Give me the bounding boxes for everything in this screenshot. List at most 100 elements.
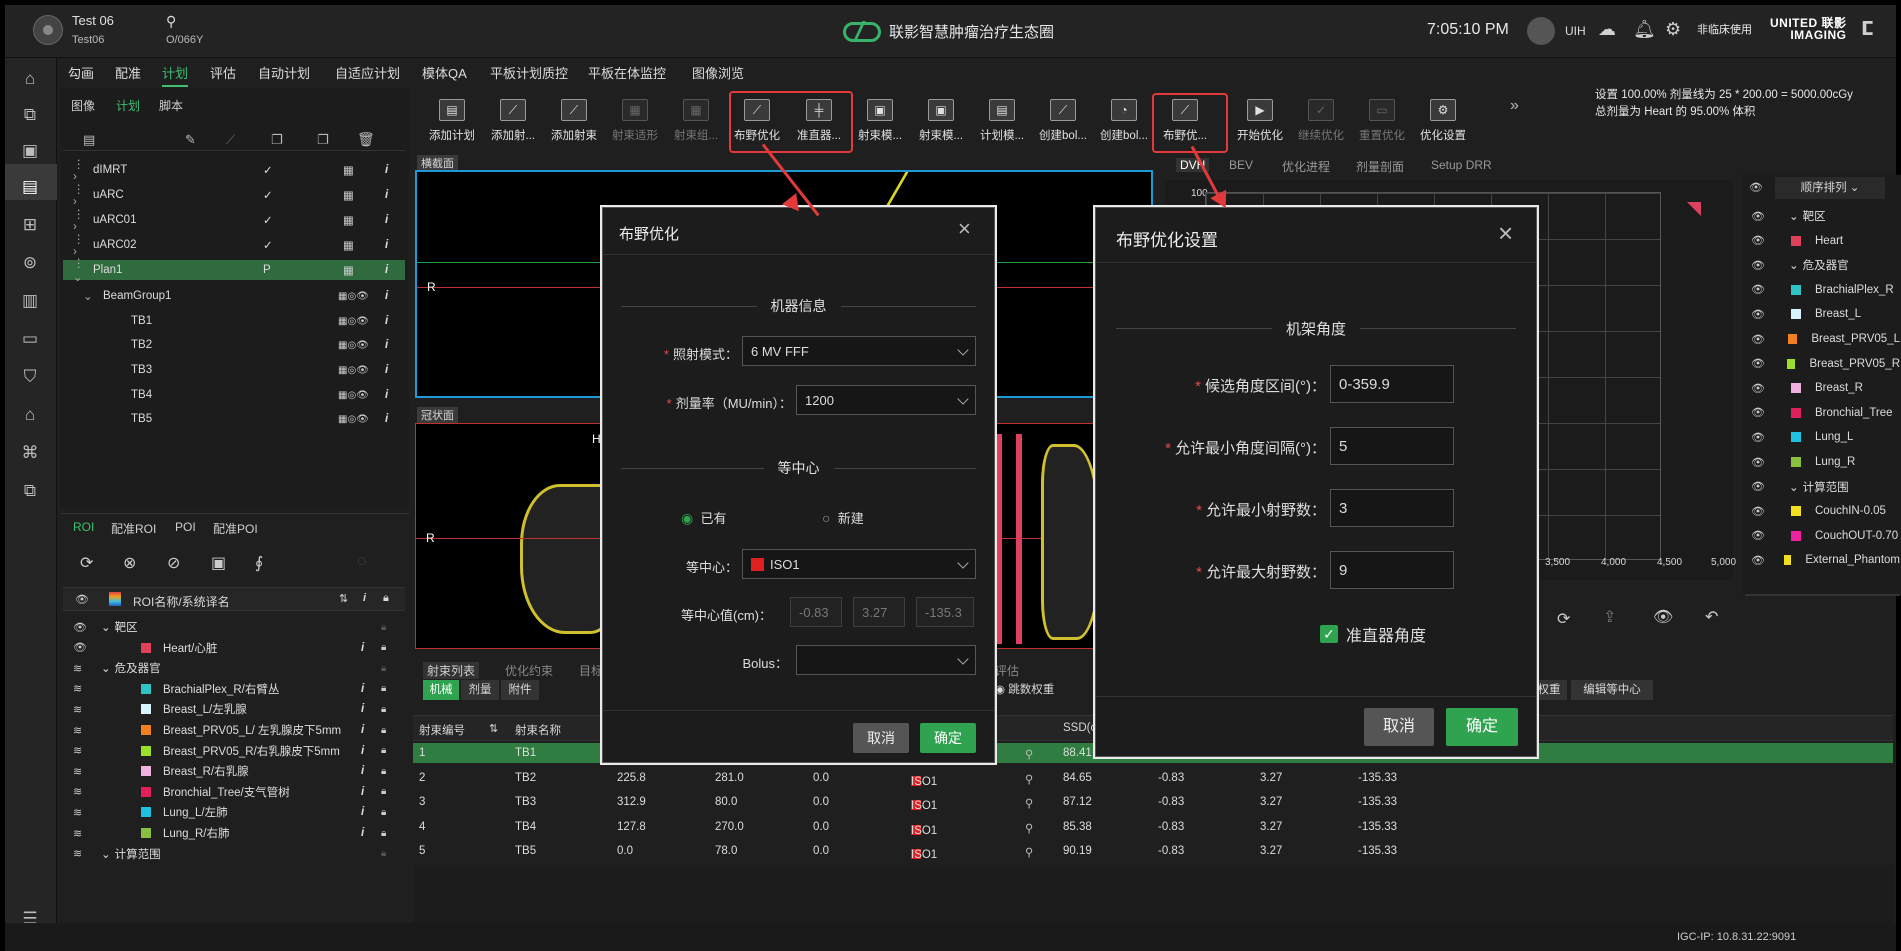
tab-poi[interactable]: POI (175, 520, 196, 534)
roi-row[interactable]: ≋ Bronchial_Tree/支气管树 i 🔒︎ (63, 782, 405, 802)
windows-icon[interactable]: ⧉ (19, 480, 41, 502)
toolbar-button[interactable]: ⚙ 优化设置 (1415, 97, 1471, 145)
eye-icon[interactable]: 👁︎ (1751, 554, 1770, 567)
menu-item[interactable]: 图像浏览 (692, 63, 744, 82)
pin-icon[interactable]: ⚲ (1025, 772, 1033, 786)
lock-icon[interactable]: 🔒︎ (381, 745, 386, 756)
roi-group-row[interactable]: ≋ ⌄ 计算范围 🔒︎ (63, 844, 405, 864)
expand-icon[interactable]: ⌄ (83, 289, 99, 303)
stats-icon[interactable]: ▥ (19, 290, 41, 312)
right-roi-row[interactable]: 👁︎ Breast_PRV05_R (1745, 354, 1900, 374)
eye-icon[interactable]: ≋ (73, 662, 101, 675)
report-icon[interactable]: ▭ (19, 328, 41, 350)
lock-icon[interactable]: 🔒︎ (381, 766, 386, 777)
right-tab[interactable]: BEV (1229, 158, 1253, 172)
plan-tree-row[interactable]: ⋮ › uARC02 ✓ ▦ i (63, 232, 405, 258)
table-row[interactable]: 4 TB4 127.8 270.0 0.0 ISO1 85.38 -0.83 3.27 -135.… (413, 817, 1893, 837)
chevron-down-icon[interactable]: ⌄ (101, 661, 111, 675)
calculator-icon[interactable]: ▦ (343, 238, 354, 252)
right-roi-row[interactable]: 👁︎ CouchIN-0.05 (1745, 501, 1900, 521)
toolbar-button[interactable]: ◔ 创建bol... (1096, 97, 1152, 145)
brain-icon[interactable]: ⊚ (19, 252, 41, 274)
calculator-icon[interactable]: ▦ (343, 163, 354, 177)
split-icon[interactable]: ⟋ (226, 132, 235, 148)
min-fields-input[interactable]: 3 (1330, 489, 1454, 527)
close-icon[interactable]: × (1498, 218, 1513, 249)
mode-select[interactable]: 6 MV FFF (742, 336, 976, 366)
expand-icon[interactable]: ⋮ › (73, 157, 89, 183)
sort-dropdown[interactable]: 顺序排列 ⌄ (1775, 177, 1885, 199)
eye-icon[interactable]: 👁︎ (1751, 406, 1777, 419)
toolbar-button[interactable]: ⟋ 添加射... (485, 97, 541, 145)
close-icon[interactable]: × (958, 216, 971, 242)
toolbar-button[interactable]: ▶ 开始优化 (1232, 97, 1288, 145)
right-roi-row[interactable]: 👁︎ Breast_L (1745, 304, 1900, 324)
calculator-icon[interactable]: ▦ (343, 213, 354, 227)
eye-icon[interactable]: ≋ (73, 847, 101, 860)
info-icon[interactable]: i (385, 214, 388, 226)
merge-roi-icon[interactable]: ⊗ (123, 553, 136, 573)
expand-icon[interactable]: ⋮ › (73, 182, 89, 208)
chevron-down-icon[interactable]: ⌄ (1789, 480, 1799, 494)
plan-tree-row[interactable]: ⋮ › uARC ✓ ▦ i (63, 182, 405, 208)
eye-icon[interactable]: ≋ (73, 724, 101, 737)
shield-icon[interactable]: ⛉ (19, 366, 41, 388)
beam-tools-icon[interactable]: ▦◎👁︎ (338, 291, 369, 302)
bell-icon[interactable]: 🔔︎ (1633, 19, 1656, 40)
delete-icon[interactable]: 🗑︎ (357, 131, 375, 148)
linac-icon[interactable]: ⌂ (19, 404, 41, 426)
undo-icon[interactable]: ↶ (1705, 607, 1718, 627)
chevron-down-icon[interactable]: ⌄ (1789, 209, 1799, 223)
lock-icon[interactable]: 🔒︎ (381, 642, 386, 653)
eye-icon[interactable]: 👁︎ (1751, 259, 1777, 272)
roi-group-row[interactable]: 👁︎ ⌄ 靶区 🔒︎ (63, 617, 405, 637)
right-roi-row[interactable]: 👁︎ External_Phantom (1745, 550, 1900, 570)
right-tab[interactable]: 优化进程 (1282, 158, 1330, 175)
eye-icon[interactable]: ≋ (73, 744, 101, 757)
pin-icon[interactable]: ⚲ (1025, 747, 1033, 761)
table-row[interactable]: 2 TB2 225.8 281.0 0.0 ISO1 84.65 -0.83 3.27 -135.… (413, 768, 1893, 788)
tab-eval[interactable]: 评估 (995, 662, 1019, 679)
toolbar-button[interactable]: ⟋ 创建bol... (1035, 97, 1091, 145)
eye-icon[interactable]: 👁︎ (1751, 283, 1777, 296)
plan-icon[interactable]: ▤ (19, 176, 41, 198)
eye-icon[interactable]: ≋ (73, 806, 101, 819)
chevron-down-icon[interactable]: ⌄ (101, 847, 111, 861)
menu-item[interactable]: 自动计划 (258, 63, 310, 82)
menu-item[interactable]: 勾画 (68, 63, 94, 82)
beam-tools-icon[interactable]: ▦◎👁︎ (338, 316, 369, 327)
info-icon[interactable]: i (385, 264, 388, 276)
lock-icon[interactable]: 🔒︎ (381, 828, 386, 839)
roi-tool-icon[interactable]: ⊘ (167, 553, 180, 573)
right-roi-group[interactable]: 👁︎ ⌄ 危及器官 (1745, 255, 1900, 275)
right-roi-group[interactable]: 👁︎ ⌄ 计算范围 (1745, 477, 1900, 497)
right-eye-icon[interactable]: 👁︎ (1749, 181, 1763, 194)
plan-list-icon[interactable]: ▤ (83, 132, 95, 148)
refresh-icon[interactable]: ◌ (357, 553, 367, 571)
info-icon[interactable]: i (385, 189, 388, 201)
sort-icon[interactable]: ⇅ (339, 592, 348, 605)
menu-item[interactable]: 计划 (162, 63, 189, 87)
toolbar-button[interactable]: ✓ 继续优化 (1293, 97, 1349, 145)
subtab-mech[interactable]: 机械 (423, 680, 459, 700)
beam-tools-icon[interactable]: ▦◎👁︎ (338, 414, 369, 425)
info-icon[interactable]: i (361, 703, 364, 715)
info-icon[interactable]: i (385, 290, 388, 302)
expand-icon[interactable]: ⋮ › (73, 232, 89, 258)
info-icon[interactable]: i (361, 683, 364, 695)
menu-item[interactable]: 平板计划质控 (490, 63, 568, 82)
gear-icon[interactable]: ⚙ (1665, 19, 1681, 40)
more-icon[interactable]: » (1510, 97, 1519, 115)
right-roi-row[interactable]: 👁︎ BrachialPlex_R (1745, 280, 1900, 300)
lock-icon[interactable]: 🔒︎ (381, 622, 386, 633)
edit-iso-button[interactable]: 编辑等中心 (1571, 680, 1653, 700)
eye-icon[interactable]: 👁︎ (73, 641, 101, 654)
roi-row[interactable]: ≋ Breast_PRV05_L/ 左乳腺皮下5mm i 🔒︎ (63, 720, 405, 740)
beam-tools-icon[interactable]: ▦◎👁︎ (338, 390, 369, 401)
expand-icon[interactable]: ⋮ › (73, 207, 89, 233)
user-name[interactable]: UIH (1565, 24, 1586, 38)
tab-roi[interactable]: ROI (73, 520, 94, 534)
toolbar-button[interactable]: ▣ 射束模... (913, 97, 969, 145)
eye-icon[interactable]: ≋ (73, 785, 101, 798)
lock-icon[interactable]: 🔒︎ (381, 683, 386, 694)
